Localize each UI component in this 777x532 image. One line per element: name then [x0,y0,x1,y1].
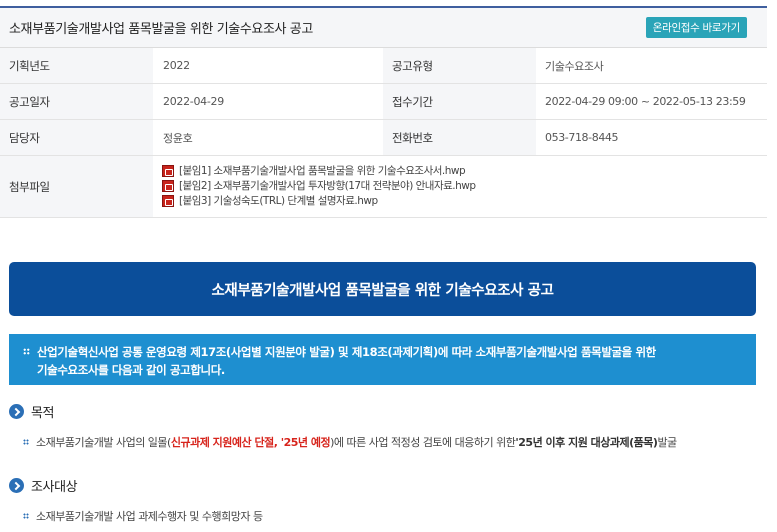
info-row-manager: 담당자 정윤호 전화번호 053-718-8445 [0,120,767,156]
purpose-text-b: )에 따른 사업 적정성 검토에 대응하기 위한 [330,436,516,449]
info-header: 소재부품기술개발사업 품목발굴을 위한 기술수요조사 공고 온라인접수 바로가기 [0,8,767,48]
file-list: [붙임1] 소재부품기술개발사업 품목발굴을 위한 기술수요조사서.hwp [붙… [153,156,767,217]
manager-label: 담당자 [0,120,153,155]
period-label: 접수기간 [383,84,536,119]
purpose-text-c: 발굴 [657,436,677,449]
attachment-link[interactable]: [붙임1] 소재부품기술개발사업 품목발굴을 위한 기술수요조사서.hwp [162,163,767,178]
phone-value: 053-718-8445 [545,131,619,144]
chevron-right-icon [9,404,24,419]
target-text-body: 소재부품기술개발 사업 과제수행자 및 수행희망자 등 [36,510,263,523]
attachment-name: [붙임1] 소재부품기술개발사업 품목발굴을 위한 기술수요조사서.hwp [179,165,466,177]
notice-line-2: 기술수요조사를 다음과 같이 공고합니다. [37,363,225,377]
purpose-text: 소재부품기술개발 사업의 일몰( 신규과제 지원예산 단절, '25년 예정 )… [9,434,677,450]
section-target: 조사대상 소재부품기술개발 사업 과제수행자 및 수행희망자 등 [9,476,263,524]
type-value: 기술수요조사 [545,59,604,73]
period-value: 2022-04-29 09:00 ~ 2022-05-13 23:59 [545,95,746,108]
purpose-text-a: 소재부품기술개발 사업의 일몰( [36,436,171,449]
manager-value: 정윤호 [163,131,193,145]
purpose-heading: 목적 [31,406,55,421]
attachment-link[interactable]: [붙임3] 기술성숙도(TRL) 단계별 설명자료.hwp [162,193,767,208]
notice-line-1: 산업기술혁신사업 공통 운영요령 제17조(사업별 지원분야 발굴) 및 제18… [37,345,656,359]
files-label: 첨부파일 [0,156,153,217]
hwp-file-icon [162,164,174,177]
bullet-dots-icon [23,513,29,519]
notice-box: 산업기술혁신사업 공통 운영요령 제17조(사업별 지원분야 발굴) 및 제18… [9,334,756,385]
date-value: 2022-04-29 [163,95,224,108]
bullet-dots-icon [23,439,29,445]
info-row-year: 기획년도 2022 공고유형 기술수요조사 [0,48,767,84]
purpose-text-highlight: 신규과제 지원예산 단절, '25년 예정 [170,436,331,449]
year-label: 기획년도 [0,48,153,83]
announcement-info-table: 소재부품기술개발사업 품목발굴을 위한 기술수요조사 공고 온라인접수 바로가기… [0,6,767,218]
attachment-link[interactable]: [붙임2] 소재부품기술개발사업 투자방향(17대 전략분야) 안내자료.hwp [162,178,767,193]
target-heading: 조사대상 [31,480,78,495]
bullet-dots-icon [23,348,30,355]
hwp-file-icon [162,194,174,207]
attachment-name: [붙임2] 소재부품기술개발사업 투자방향(17대 전략분야) 안내자료.hwp [179,180,476,192]
target-text: 소재부품기술개발 사업 과제수행자 및 수행희망자 등 [9,508,263,524]
attachment-name: [붙임3] 기술성숙도(TRL) 단계별 설명자료.hwp [179,195,378,207]
section-heading: 조사대상 [9,476,263,495]
page: 소재부품기술개발사업 품목발굴을 위한 기술수요조사 공고 온라인접수 바로가기… [0,0,777,532]
online-apply-button[interactable]: 온라인접수 바로가기 [645,17,747,38]
section-purpose: 목적 소재부품기술개발 사업의 일몰( 신규과제 지원예산 단절, '25년 예… [9,402,677,450]
announcement-banner: 소재부품기술개발사업 품목발굴을 위한 기술수요조사 공고 [9,262,756,316]
section-heading: 목적 [9,402,677,421]
date-label: 공고일자 [0,84,153,119]
hwp-file-icon [162,179,174,192]
year-value: 2022 [163,59,190,72]
info-row-date: 공고일자 2022-04-29 접수기간 2022-04-29 09:00 ~ … [0,84,767,120]
chevron-right-icon [9,478,24,493]
announcement-title: 소재부품기술개발사업 품목발굴을 위한 기술수요조사 공고 [9,22,313,37]
purpose-text-bold: '25년 이후 지원 대상과제(품목) [515,436,658,449]
phone-label: 전화번호 [383,120,536,155]
type-label: 공고유형 [383,48,536,83]
info-row-files: 첨부파일 [붙임1] 소재부품기술개발사업 품목발굴을 위한 기술수요조사서.h… [0,156,767,218]
